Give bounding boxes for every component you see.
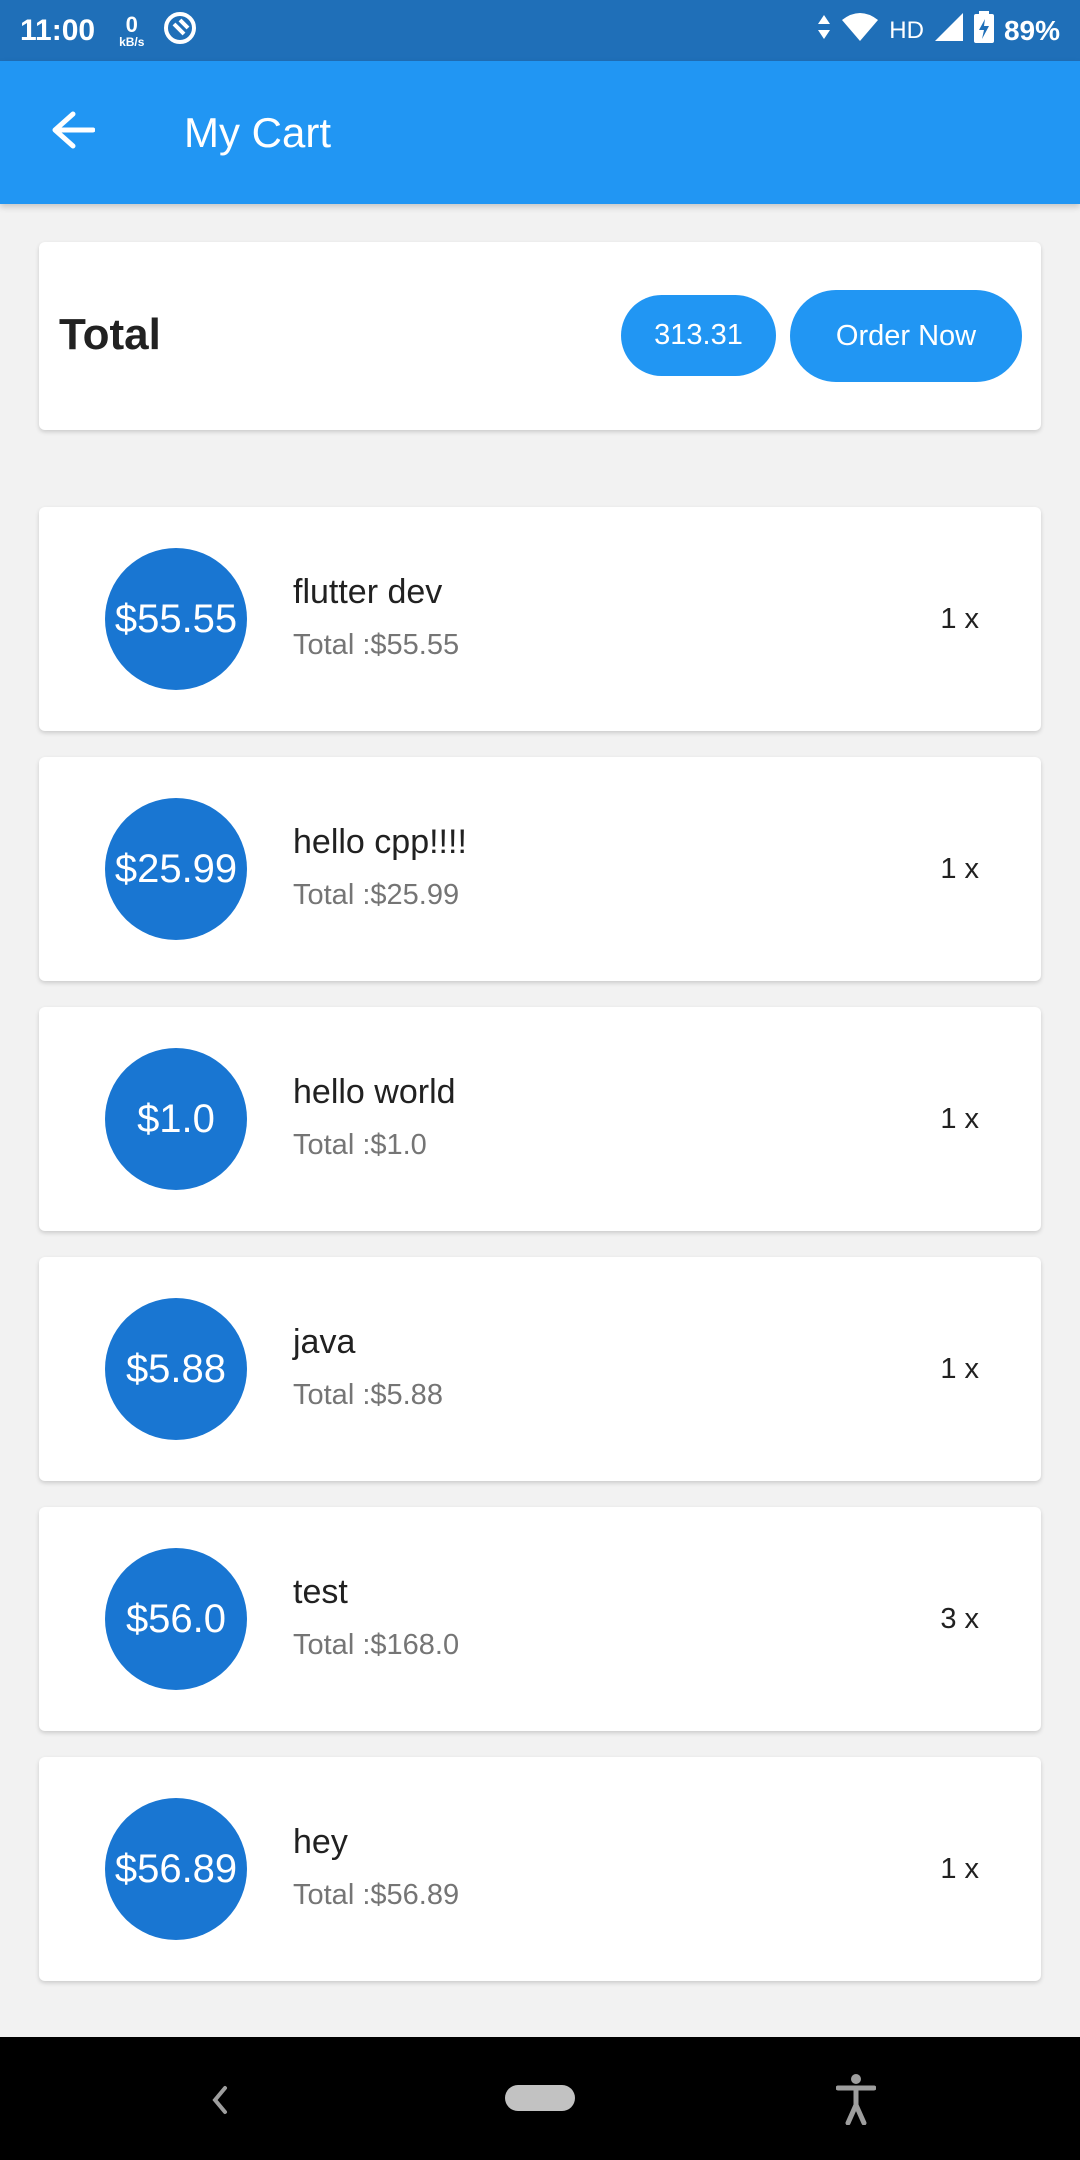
arrow-back-icon — [51, 110, 96, 155]
cart-item[interactable]: $55.55 flutter dev Total :$55.55 1 x — [39, 507, 1041, 731]
cart-item[interactable]: $5.88 java Total :$5.88 1 x — [39, 1257, 1041, 1481]
item-total: Total :$56.89 — [293, 1879, 460, 1911]
battery-level: 89% — [1003, 14, 1060, 46]
item-total: Total :$1.0 — [293, 1129, 427, 1161]
item-title: hey — [293, 1823, 348, 1861]
item-price-avatar: $25.99 — [105, 798, 247, 940]
item-quantity: 1 x — [940, 1103, 979, 1135]
cart-item[interactable]: $1.0 hello world Total :$1.0 1 x — [39, 1007, 1041, 1231]
item-title: flutter dev — [293, 573, 443, 611]
order-now-button[interactable]: Order Now — [790, 290, 1022, 382]
page-title: My Cart — [184, 109, 331, 156]
item-title: java — [293, 1323, 356, 1361]
item-title: hello world — [293, 1073, 456, 1111]
wifi-icon — [841, 12, 879, 49]
item-quantity: 1 x — [940, 1353, 979, 1385]
battery-charging-icon — [973, 11, 994, 50]
status-time: 11:00 — [20, 13, 96, 47]
status-bar: 11:00 0 kB/s HD 89% — [0, 0, 1080, 61]
cart-item[interactable]: $25.99 hello cpp!!!! Total :$25.99 1 x — [39, 757, 1041, 981]
item-title: hello cpp!!!! — [293, 823, 467, 861]
network-type-label: HD — [889, 16, 924, 44]
item-price-avatar: $5.88 — [105, 1298, 247, 1440]
item-quantity: 1 x — [940, 603, 979, 635]
cell-signal-icon — [934, 12, 964, 49]
item-quantity: 3 x — [940, 1603, 979, 1635]
chevron-left-icon[interactable] — [205, 2082, 235, 2123]
status-indicators: HD 89% — [817, 11, 1060, 50]
total-card: Total 313.31 Order Now — [39, 242, 1041, 430]
item-price-avatar: $55.55 — [105, 548, 247, 690]
home-pill-icon[interactable] — [505, 2085, 575, 2111]
data-arrows-icon — [817, 13, 831, 48]
data-rate-indicator: 0 kB/s — [119, 11, 145, 49]
total-label: Total — [59, 310, 161, 359]
cart-item[interactable]: $56.89 hey Total :$56.89 1 x — [39, 1757, 1041, 1981]
accessibility-icon[interactable] — [835, 2073, 877, 2130]
item-quantity: 1 x — [940, 1853, 979, 1885]
item-total: Total :$5.88 — [293, 1379, 443, 1411]
item-price-avatar: $56.89 — [105, 1798, 247, 1940]
item-total: Total :$168.0 — [293, 1629, 460, 1661]
system-nav-bar — [0, 2037, 1080, 2160]
item-title: test — [293, 1573, 348, 1611]
back-button[interactable] — [48, 107, 98, 157]
data-rate-unit: kB/s — [119, 34, 145, 49]
item-total: Total :$55.55 — [293, 629, 460, 661]
item-price-avatar: $1.0 — [105, 1048, 247, 1190]
data-rate-value: 0 — [125, 11, 138, 37]
item-total: Total :$25.99 — [293, 879, 460, 911]
sync-icon — [162, 10, 198, 51]
total-amount-chip: 313.31 — [621, 295, 776, 376]
item-quantity: 1 x — [940, 853, 979, 885]
item-price-avatar: $56.0 — [105, 1548, 247, 1690]
app-bar: My Cart — [0, 61, 1080, 204]
cart-item[interactable]: $56.0 test Total :$168.0 3 x — [39, 1507, 1041, 1731]
